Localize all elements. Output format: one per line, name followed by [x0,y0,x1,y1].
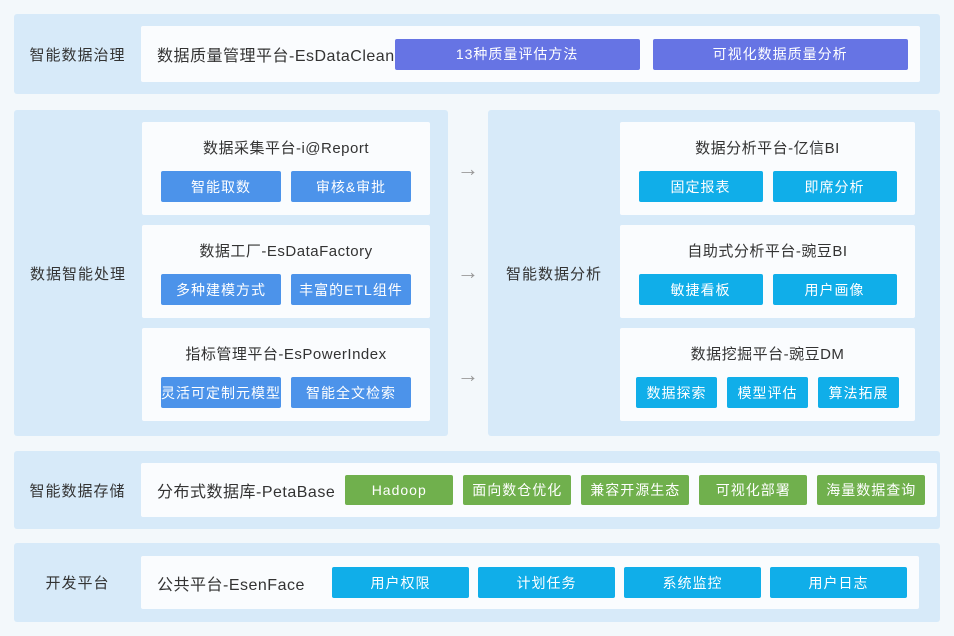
development-row: 开发平台 公共平台-EsenFace 用户权限 计划任务 系统监控 用户日志 [14,543,940,622]
development-feature-button[interactable]: 用户日志 [770,567,907,598]
analysis-feature-button[interactable]: 模型评估 [727,377,808,408]
platform-box-title: 数据分析平台-亿信BI [620,122,915,158]
platform-box-ireport: 数据采集平台-i@Report 智能取数 审核&审批 [142,122,430,215]
governance-label: 智能数据治理 [14,44,141,65]
storage-label: 智能数据存储 [14,480,141,501]
platform-box-title: 数据采集平台-i@Report [142,122,430,158]
flow-arrow-icon: → [457,261,479,283]
platform-box-wandoubi: 自助式分析平台-豌豆BI 敏捷看板 用户画像 [620,225,915,318]
development-buttons: 用户权限 计划任务 系统监控 用户日志 [323,567,907,598]
analysis-feature-button[interactable]: 算法拓展 [818,377,899,408]
analysis-feature-button[interactable]: 即席分析 [773,171,897,202]
analysis-panel: 智能数据分析 数据分析平台-亿信BI 固定报表 即席分析 自助式分析平台-豌豆B… [488,110,940,436]
processing-feature-button[interactable]: 智能取数 [161,171,281,202]
platform-box-espowerindex: 指标管理平台-EsPowerIndex 灵活可定制元模型 智能全文检索 [142,328,430,421]
processing-feature-button[interactable]: 智能全文检索 [291,377,411,408]
development-feature-button[interactable]: 用户权限 [332,567,469,598]
platform-box-title: 数据工厂-EsDataFactory [142,225,430,261]
governance-buttons: 13种质量评估方法 可视化数据质量分析 [395,39,908,70]
storage-platform-box: 分布式数据库-PetaBase Hadoop 面向数仓优化 兼容开源生态 可视化… [141,463,937,517]
governance-row: 智能数据治理 数据质量管理平台-EsDataClean 13种质量评估方法 可视… [14,14,940,94]
processing-feature-button[interactable]: 审核&审批 [291,171,411,202]
architecture-diagram: 智能数据治理 数据质量管理平台-EsDataClean 13种质量评估方法 可视… [0,0,954,636]
analysis-feature-button[interactable]: 用户画像 [773,274,897,305]
development-label: 开发平台 [14,572,141,593]
platform-box-wandoudm: 数据挖掘平台-豌豆DM 数据探索 模型评估 算法拓展 [620,328,915,421]
processing-feature-button[interactable]: 丰富的ETL组件 [291,274,411,305]
development-feature-button[interactable]: 系统监控 [624,567,761,598]
storage-row: 智能数据存储 分布式数据库-PetaBase Hadoop 面向数仓优化 兼容开… [14,451,940,529]
storage-buttons: Hadoop 面向数仓优化 兼容开源生态 可视化部署 海量数据查询 [335,475,925,505]
storage-feature-button[interactable]: 面向数仓优化 [463,475,571,505]
storage-feature-button[interactable]: Hadoop [345,475,453,505]
flow-arrow-icon: → [457,364,479,386]
storage-feature-button[interactable]: 兼容开源生态 [581,475,689,505]
analysis-feature-button[interactable]: 敏捷看板 [639,274,763,305]
storage-feature-button[interactable]: 可视化部署 [699,475,807,505]
analysis-boxes: 数据分析平台-亿信BI 固定报表 即席分析 自助式分析平台-豌豆BI 敏捷看板 … [620,110,915,436]
storage-platform-name: 分布式数据库-PetaBase [157,478,335,502]
governance-feature-button[interactable]: 13种质量评估方法 [395,39,640,70]
development-platform-name: 公共平台-EsenFace [157,571,323,595]
development-platform-box: 公共平台-EsenFace 用户权限 计划任务 系统监控 用户日志 [141,556,919,609]
analysis-label: 智能数据分析 [488,110,620,436]
development-feature-button[interactable]: 计划任务 [478,567,615,598]
platform-box-title: 指标管理平台-EsPowerIndex [142,328,430,364]
analysis-feature-button[interactable]: 数据探索 [636,377,717,408]
processing-label: 数据智能处理 [14,110,142,436]
flow-arrow-icon: → [457,158,479,180]
governance-platform-name: 数据质量管理平台-EsDataClean [157,42,395,66]
platform-box-yixinbi: 数据分析平台-亿信BI 固定报表 即席分析 [620,122,915,215]
processing-feature-button[interactable]: 灵活可定制元模型 [161,377,281,408]
platform-box-title: 自助式分析平台-豌豆BI [620,225,915,261]
processing-feature-button[interactable]: 多种建模方式 [161,274,281,305]
governance-platform-box: 数据质量管理平台-EsDataClean 13种质量评估方法 可视化数据质量分析 [141,26,920,82]
governance-feature-button[interactable]: 可视化数据质量分析 [653,39,908,70]
processing-analysis-section: 数据智能处理 数据采集平台-i@Report 智能取数 审核&审批 数据工厂-E… [14,110,940,436]
flow-arrows: → → → [448,110,488,436]
platform-box-esdatafactory: 数据工厂-EsDataFactory 多种建模方式 丰富的ETL组件 [142,225,430,318]
analysis-feature-button[interactable]: 固定报表 [639,171,763,202]
storage-feature-button[interactable]: 海量数据查询 [817,475,925,505]
processing-boxes: 数据采集平台-i@Report 智能取数 审核&审批 数据工厂-EsDataFa… [142,110,430,436]
platform-box-title: 数据挖掘平台-豌豆DM [620,328,915,364]
processing-panel: 数据智能处理 数据采集平台-i@Report 智能取数 审核&审批 数据工厂-E… [14,110,448,436]
